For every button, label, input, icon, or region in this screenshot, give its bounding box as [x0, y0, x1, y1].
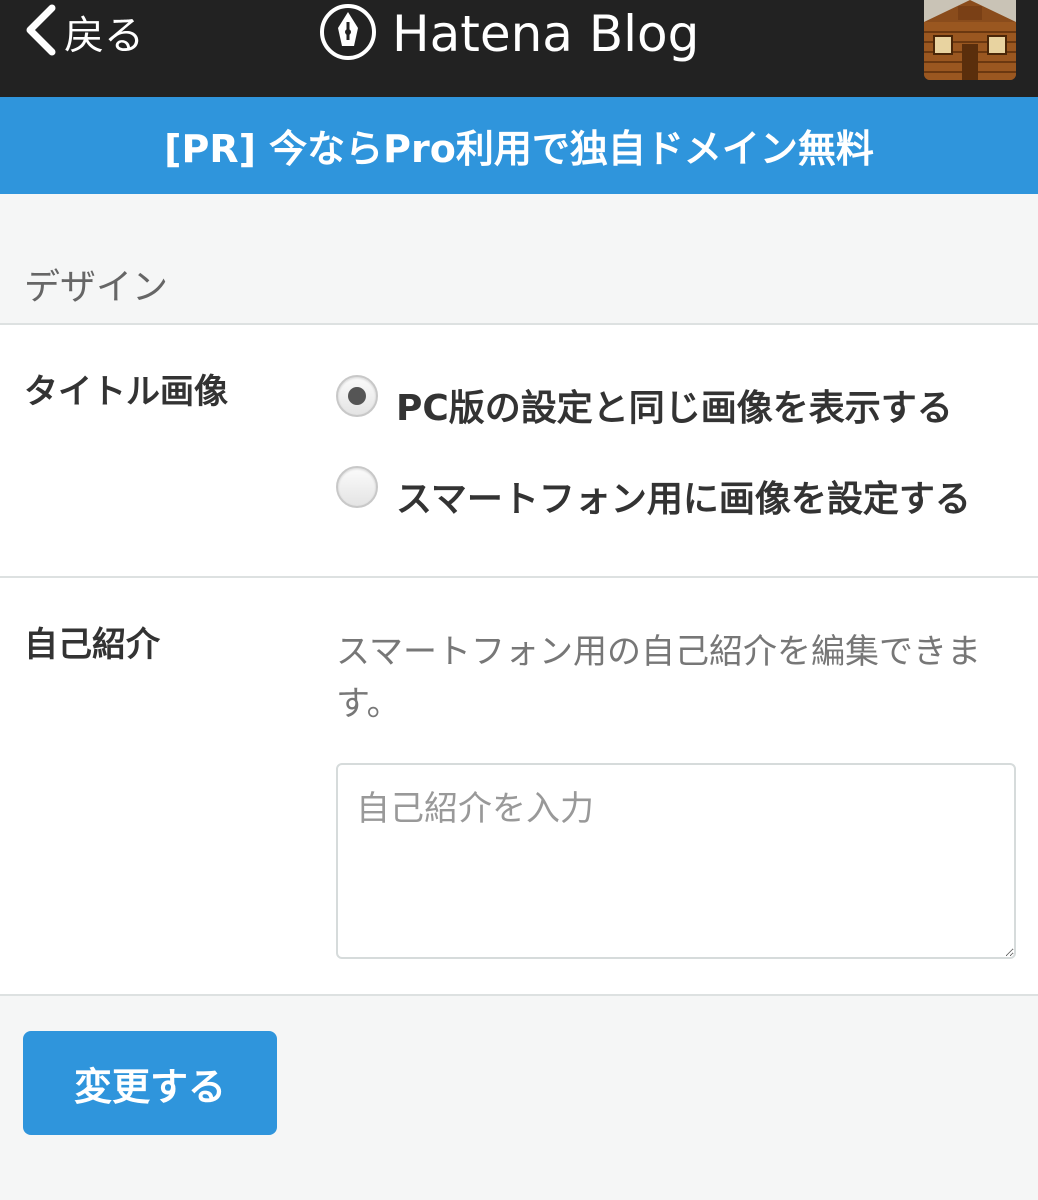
- radio-smartphone-image[interactable]: スマートフォン用に画像を設定する: [336, 452, 971, 522]
- divider: [0, 994, 1038, 996]
- chevron-left-icon: [22, 2, 60, 62]
- back-label: 戻る: [64, 13, 144, 59]
- back-button[interactable]: 戻る: [22, 4, 144, 60]
- radio-label-same-as-pc: PC版の設定と同じ画像を表示する: [396, 388, 953, 429]
- profile-textarea[interactable]: [336, 763, 1016, 959]
- radio-same-as-pc[interactable]: PC版の設定と同じ画像を表示する: [336, 361, 953, 431]
- radio-label-smartphone-image: スマートフォン用に画像を設定する: [396, 479, 971, 520]
- hatena-blog-logo[interactable]: Hatena Blog: [318, 4, 699, 64]
- pr-banner-text: [PR] 今ならPro利用で独自ドメイン無料: [164, 127, 874, 171]
- submit-button[interactable]: 変更する: [23, 1031, 277, 1135]
- profile-label: 自己紹介: [24, 625, 160, 665]
- pr-banner[interactable]: [PR] 今ならPro利用で独自ドメイン無料: [0, 97, 1038, 194]
- title-image-label: タイトル画像: [24, 372, 228, 412]
- profile-help-text: スマートフォン用の自己紹介を編集できます。: [336, 632, 981, 724]
- section-title: デザイン: [24, 267, 169, 308]
- user-avatar[interactable]: [924, 0, 1016, 80]
- radio-button-unselected[interactable]: [336, 466, 378, 508]
- hatena-pen-icon: [318, 2, 378, 66]
- radio-button-selected[interactable]: [336, 375, 378, 417]
- top-bar: 戻る Hatena Blog: [0, 0, 1038, 97]
- logo-text: Hatena Blog: [392, 5, 700, 63]
- radio-dot: [348, 387, 366, 405]
